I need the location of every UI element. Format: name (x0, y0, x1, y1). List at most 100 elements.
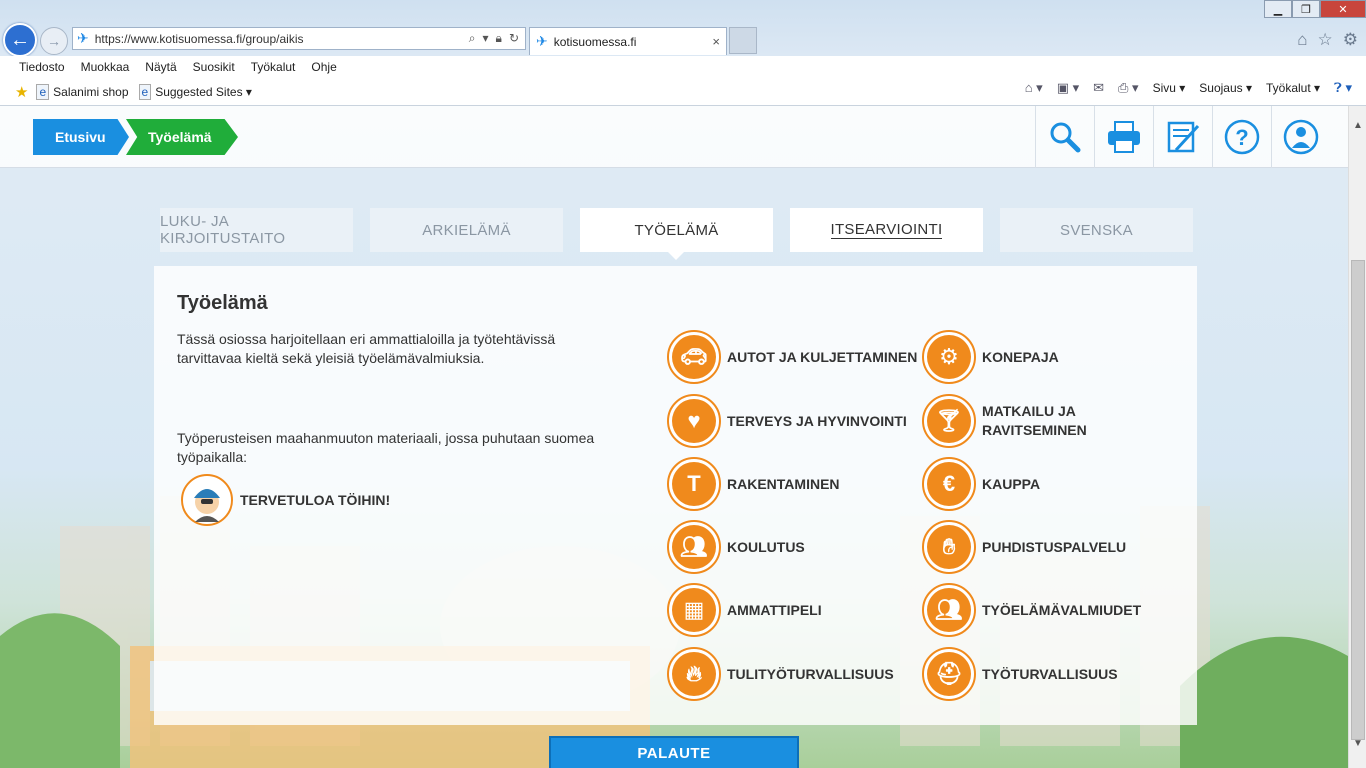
search-icon[interactable]: ⌕ (469, 31, 476, 46)
feeds-icon[interactable]: ▣ ▾ (1057, 80, 1079, 96)
topic-ammattipeli[interactable]: ▦ AMMATTIPELI (667, 583, 927, 637)
scroll-up-icon[interactable]: ▲ (1351, 120, 1365, 134)
menu-view[interactable]: Näytä (145, 60, 176, 74)
page-scrollbar[interactable]: ▲ ▼ (1348, 106, 1366, 768)
tab-tyoelama[interactable]: TYÖELÄMÄ (580, 208, 773, 260)
fire-icon: 🔥︎ (672, 652, 716, 696)
topic-tulityoturvallisuus[interactable]: 🔥︎ TULITYÖTURVALLISUUS (667, 647, 927, 701)
back-button[interactable]: ← (3, 23, 37, 57)
site-profile-button[interactable] (1271, 106, 1330, 168)
help-icon[interactable]: ❓︎ ▾ (1334, 80, 1352, 96)
topic-tyoturvallisuus[interactable]: ⛑︎ TYÖTURVALLISUUS (922, 647, 1182, 701)
topic-konepaja[interactable]: ⚙ KONEPAJA (922, 330, 1182, 384)
heart-icon: ♥ (672, 399, 716, 443)
site-edit-button[interactable] (1153, 106, 1212, 168)
game-grid-icon: ▦ (672, 588, 716, 632)
suitcase-icon: 🍸︎ (927, 399, 971, 443)
print-icon[interactable]: ⎙ ▾ (1118, 80, 1139, 96)
tab-title: kotisuomessa.fi (553, 34, 637, 49)
menu-edit[interactable]: Muokkaa (81, 60, 130, 74)
topic-koulutus[interactable]: 👥︎ KOULUTUS (667, 520, 927, 574)
address-bar[interactable]: ✈ https://www.kotisuomessa.fi/group/aiki… (72, 27, 526, 50)
browser-chrome: ▁ ❐ ✕ ← → ✈ https://www.kotisuomessa.fi/… (0, 0, 1366, 106)
favorite-salanimi[interactable]: e Salanimi shop (36, 83, 129, 100)
dropdown-icon[interactable]: ▾ (483, 31, 489, 46)
hammer-icon: T (672, 462, 716, 506)
command-bar: ⌂ ▾ ▣ ▾ ✉ ⎙ ▾ Sivu ▾ Suojaus ▾ Työkalut … (1025, 80, 1352, 96)
tab-favicon-icon: ✈ (536, 33, 548, 49)
topic-autot-ja-kuljettaminen[interactable]: 🚗︎ AUTOT JA KULJETTAMINEN (667, 330, 927, 384)
gloves-icon: ✋︎ (927, 525, 971, 569)
site-help-button[interactable]: ? (1212, 106, 1271, 168)
scroll-down-icon[interactable]: ▼ (1351, 738, 1365, 752)
topic-puhdistuspalvelu[interactable]: ✋︎ PUHDISTUSPALVELU (922, 520, 1182, 574)
refresh-icon[interactable]: ↻ (509, 31, 519, 46)
minimize-button[interactable]: ▁ (1264, 0, 1292, 18)
money-icon: € (927, 462, 971, 506)
address-url[interactable]: https://www.kotisuomessa.fi/group/aikis (95, 32, 469, 46)
welcome-label: TERVETULOA TÖIHIN! (240, 492, 391, 508)
welcome-to-work-link[interactable]: TERVETULOA TÖIHIN! (181, 474, 390, 526)
command-safety[interactable]: Suojaus ▾ (1199, 81, 1252, 95)
help-icon: ? (1224, 119, 1260, 155)
tab-arkielama[interactable]: ARKIELÄMÄ (370, 208, 563, 252)
favorite-suggested-sites[interactable]: e Suggested Sites ▾ (138, 83, 252, 100)
worker-avatar-icon (181, 474, 233, 526)
content-panel: Työelämä Tässä osiossa harjoitellaan eri… (154, 266, 1197, 725)
print-icon (1108, 121, 1140, 153)
site-favicon-icon: ✈ (77, 30, 89, 46)
home-icon[interactable]: ⌂ (1297, 30, 1307, 50)
command-tools[interactable]: Työkalut ▾ (1266, 81, 1320, 95)
tab-luku-ja-kirjoitustaito[interactable]: LUKU- JA KIRJOITUSTAITO (160, 208, 353, 252)
topic-tyoelamavalmiudet[interactable]: 👥︎ TYÖELÄMÄVALMIUDET (922, 583, 1182, 637)
site-search-button[interactable] (1035, 106, 1094, 168)
forward-button[interactable]: → (40, 27, 68, 55)
topic-rakentaminen[interactable]: T RAKENTAMINEN (667, 457, 927, 511)
search-icon (1050, 122, 1081, 153)
ie-page-icon: e (36, 83, 50, 100)
ie-page-icon: e (138, 83, 152, 100)
topic-terveys-ja-hyvinvointi[interactable]: ♥ TERVEYS JA HYVINVOINTI (667, 394, 927, 448)
new-tab-button[interactable] (729, 27, 757, 54)
breadcrumb-home[interactable]: Etusivu (33, 119, 129, 155)
menu-tools[interactable]: Työkalut (251, 60, 296, 74)
command-page[interactable]: Sivu ▾ (1153, 81, 1186, 95)
home-icon[interactable]: ⌂ ▾ (1025, 80, 1043, 96)
feedback-button[interactable]: PALAUTE (549, 736, 799, 768)
favorites-star-icon[interactable]: ☆ (1318, 30, 1333, 50)
tab-close-icon[interactable]: × (712, 34, 720, 49)
menu-file[interactable]: Tiedosto (19, 60, 65, 74)
window-controls: ▁ ❐ ✕ (1264, 0, 1366, 18)
site-top-navigation: Etusivu Työelämä ? (0, 106, 1348, 168)
menu-favorites[interactable]: Suosikit (193, 60, 235, 74)
web-page: Etusivu Työelämä ? LUKU- JA KIRJOITUSTAI… (0, 106, 1348, 768)
topic-matkailu-ja-ravitseminen[interactable]: 🍸︎ MATKAILU JA RAVITSEMINEN (922, 394, 1152, 448)
profile-icon (1283, 119, 1319, 155)
migration-intro-text: Työperusteisen maahanmuuton materiaali, … (177, 430, 595, 465)
edit-icon (1167, 121, 1200, 153)
close-window-button[interactable]: ✕ (1320, 0, 1366, 18)
browser-tab[interactable]: ✈ kotisuomessa.fi × (529, 27, 727, 55)
lock-icon[interactable]: 🔒︎ (496, 31, 502, 46)
svg-text:?: ? (1235, 125, 1248, 150)
helmet-icon: ⛑︎ (927, 652, 971, 696)
tab-svenska[interactable]: SVENSKA (1000, 208, 1193, 252)
scrollbar-thumb[interactable] (1351, 260, 1365, 740)
topic-kauppa[interactable]: € KAUPPA (922, 457, 1182, 511)
menu-bar: Tiedosto Muokkaa Näytä Suosikit Työkalut… (0, 56, 1366, 78)
gear-icon: ⚙ (927, 335, 971, 379)
site-tools: ? (1035, 106, 1330, 168)
breadcrumb-current[interactable]: Työelämä (126, 119, 238, 155)
section-tabs: LUKU- JA KIRJOITUSTAITO ARKIELÄMÄ TYÖELÄ… (160, 208, 1193, 260)
settings-gear-icon[interactable]: ⚙ (1343, 30, 1358, 50)
car-icon: 🚗︎ (672, 335, 716, 379)
tab-itsearviointi[interactable]: ITSEARVIOINTI (790, 208, 983, 252)
mail-icon[interactable]: ✉ (1093, 80, 1104, 96)
site-print-button[interactable] (1094, 106, 1153, 168)
maximize-button[interactable]: ❐ (1292, 0, 1320, 18)
add-favorite-star-icon[interactable]: ★ (15, 83, 28, 101)
intro-text: Tässä osiossa harjoitellaan eri ammattia… (177, 331, 556, 366)
teamwork-icon: 👥︎ (927, 588, 971, 632)
menu-help[interactable]: Ohje (311, 60, 336, 74)
classroom-icon: 👥︎ (672, 525, 716, 569)
